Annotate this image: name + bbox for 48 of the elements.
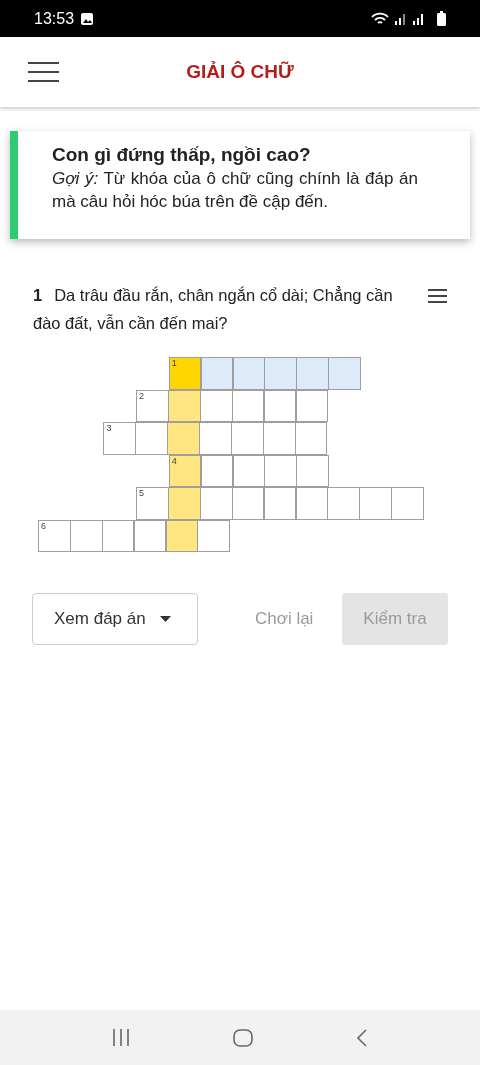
grid-cell[interactable] bbox=[197, 519, 231, 552]
grid-cell[interactable] bbox=[262, 422, 296, 455]
image-icon bbox=[80, 11, 95, 26]
clock: 13:53 bbox=[34, 8, 75, 29]
grid-cell[interactable] bbox=[230, 422, 264, 455]
grid-cell[interactable] bbox=[135, 422, 168, 455]
grid-cell[interactable]: 3 bbox=[103, 422, 137, 455]
clue-number: 1 bbox=[171, 359, 177, 368]
grid-cell[interactable] bbox=[296, 357, 329, 390]
grid-cell[interactable] bbox=[199, 487, 233, 520]
grid-cell[interactable]: 1 bbox=[168, 357, 202, 390]
grid-cell[interactable] bbox=[296, 454, 329, 487]
answer-dropdown[interactable]: Xem đáp án bbox=[32, 593, 198, 646]
grid-cell[interactable] bbox=[200, 357, 234, 390]
grid-cell[interactable] bbox=[263, 487, 297, 520]
recent-apps-icon[interactable] bbox=[111, 1029, 130, 1046]
grid-cell[interactable] bbox=[167, 487, 201, 520]
grid-cell[interactable] bbox=[359, 487, 392, 520]
riddle-question: Con gì đứng thấp, ngồi cao? bbox=[52, 143, 312, 167]
caret-icon bbox=[159, 616, 171, 623]
home-icon[interactable] bbox=[233, 1028, 253, 1047]
grid-cell[interactable] bbox=[391, 487, 424, 520]
wifi-icon bbox=[371, 11, 389, 26]
menu-icon[interactable] bbox=[28, 60, 59, 84]
clue-text: 1 Da trâu đầu rắn, chân ngắn cổ dài; Chẳng cần đào đất, vẫn cần đến mai? bbox=[33, 285, 394, 334]
grid-cell[interactable]: 4 bbox=[168, 454, 202, 487]
back-icon[interactable] bbox=[356, 1028, 369, 1047]
grid-cell[interactable] bbox=[328, 357, 361, 390]
grid-cell[interactable] bbox=[264, 357, 298, 390]
clue-number: 4 bbox=[171, 456, 177, 466]
grid-cell[interactable] bbox=[69, 519, 103, 552]
clue-number: 3 bbox=[106, 424, 112, 433]
grid-cell[interactable] bbox=[101, 519, 135, 552]
grid-cell[interactable]: 2 bbox=[136, 389, 169, 422]
clue-number: 2 bbox=[139, 391, 145, 401]
grid-cell[interactable] bbox=[167, 422, 200, 455]
grid-cell[interactable] bbox=[327, 487, 361, 520]
clue-number: 5 bbox=[139, 489, 145, 498]
grid-cell[interactable] bbox=[294, 422, 328, 455]
grid-cell[interactable]: 6 bbox=[38, 519, 71, 552]
riddle-hint: Gợi ý: Từ khóa của ô chữ cũng chính là đáp án mà câu hỏi hóc búa trên đề cập đến. bbox=[52, 168, 419, 213]
page-title: GIẢI Ô CHỮ bbox=[186, 59, 294, 84]
grid-cell[interactable]: 5 bbox=[136, 487, 169, 520]
grid-cell[interactable] bbox=[199, 422, 232, 455]
grid-cell[interactable] bbox=[231, 487, 265, 520]
battery-icon bbox=[437, 11, 446, 26]
list-icon[interactable] bbox=[428, 289, 447, 303]
clue-number: 6 bbox=[41, 521, 46, 531]
